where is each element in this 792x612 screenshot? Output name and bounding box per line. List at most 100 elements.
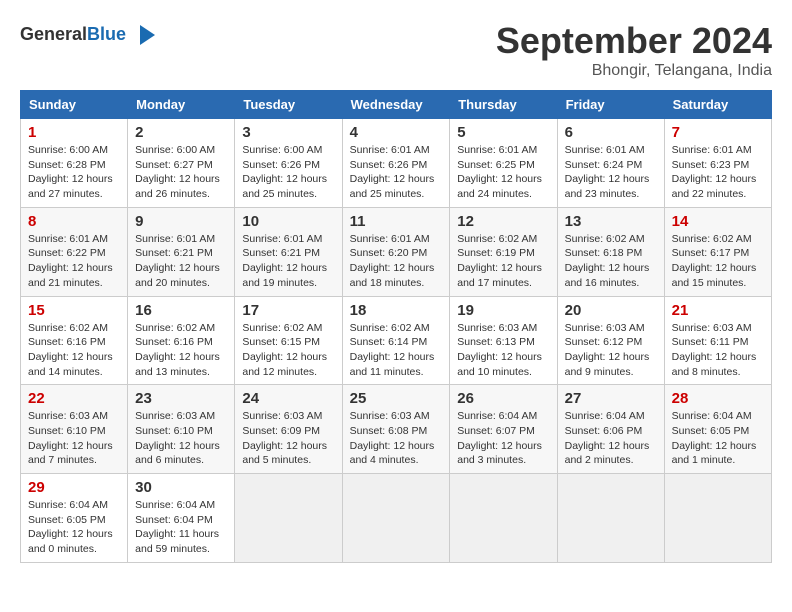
- day-number: 8: [28, 213, 120, 230]
- cell-info: Sunrise: 6:03 AMSunset: 6:13 PMDaylight:…: [457, 321, 549, 380]
- cell-info: Sunrise: 6:02 AMSunset: 6:15 PMDaylight:…: [242, 321, 334, 380]
- day-number: 29: [28, 479, 120, 496]
- cell-info: Sunrise: 6:03 AMSunset: 6:10 PMDaylight:…: [28, 409, 120, 468]
- table-row: 24 Sunrise: 6:03 AMSunset: 6:09 PMDayligh…: [235, 385, 342, 474]
- cell-info: Sunrise: 6:02 AMSunset: 6:14 PMDaylight:…: [350, 321, 443, 380]
- day-number: 12: [457, 213, 549, 230]
- cell-info: Sunrise: 6:03 AMSunset: 6:08 PMDaylight:…: [350, 409, 443, 468]
- cell-info: Sunrise: 6:00 AMSunset: 6:28 PMDaylight:…: [28, 143, 120, 202]
- cell-info: Sunrise: 6:04 AMSunset: 6:05 PMDaylight:…: [672, 409, 764, 468]
- calendar-row: 8 Sunrise: 6:01 AMSunset: 6:22 PMDaylight…: [21, 207, 772, 296]
- day-number: 4: [350, 124, 443, 141]
- cell-info: Sunrise: 6:01 AMSunset: 6:22 PMDaylight:…: [28, 232, 120, 291]
- col-saturday: Saturday: [664, 91, 771, 119]
- cell-info: Sunrise: 6:02 AMSunset: 6:19 PMDaylight:…: [457, 232, 549, 291]
- page-header: GeneralBlue September 2024 Bhongir, Tela…: [20, 20, 772, 80]
- table-row: 22 Sunrise: 6:03 AMSunset: 6:10 PMDayligh…: [21, 385, 128, 474]
- col-sunday: Sunday: [21, 91, 128, 119]
- cell-info: Sunrise: 6:03 AMSunset: 6:12 PMDaylight:…: [565, 321, 657, 380]
- cell-info: Sunrise: 6:02 AMSunset: 6:18 PMDaylight:…: [565, 232, 657, 291]
- title-block: September 2024 Bhongir, Telangana, India: [496, 20, 772, 80]
- calendar-row: 15 Sunrise: 6:02 AMSunset: 6:16 PMDayligh…: [21, 296, 772, 385]
- cell-info: Sunrise: 6:04 AMSunset: 6:04 PMDaylight:…: [135, 498, 227, 557]
- cell-info: Sunrise: 6:04 AMSunset: 6:07 PMDaylight:…: [457, 409, 549, 468]
- day-number: 15: [28, 302, 120, 319]
- table-row: 15 Sunrise: 6:02 AMSunset: 6:16 PMDayligh…: [21, 296, 128, 385]
- day-number: 10: [242, 213, 334, 230]
- table-row: 29 Sunrise: 6:04 AMSunset: 6:05 PMDayligh…: [21, 474, 128, 563]
- cell-info: Sunrise: 6:01 AMSunset: 6:24 PMDaylight:…: [565, 143, 657, 202]
- table-row: [557, 474, 664, 563]
- col-wednesday: Wednesday: [342, 91, 450, 119]
- table-row: 1 Sunrise: 6:00 AMSunset: 6:28 PMDaylight…: [21, 119, 128, 208]
- table-row: 6Sunrise: 6:01 AMSunset: 6:24 PMDaylight…: [557, 119, 664, 208]
- table-row: 26Sunrise: 6:04 AMSunset: 6:07 PMDayligh…: [450, 385, 557, 474]
- day-number: 30: [135, 479, 227, 496]
- table-row: 19 Sunrise: 6:03 AMSunset: 6:13 PMDayligh…: [450, 296, 557, 385]
- table-row: 21 Sunrise: 6:03 AMSunset: 6:11 PMDayligh…: [664, 296, 771, 385]
- table-row: 17 Sunrise: 6:02 AMSunset: 6:15 PMDayligh…: [235, 296, 342, 385]
- cell-info: Sunrise: 6:03 AMSunset: 6:09 PMDaylight:…: [242, 409, 334, 468]
- calendar-table: Sunday Monday Tuesday Wednesday Thursday…: [20, 90, 772, 563]
- table-row: 7Sunrise: 6:01 AMSunset: 6:23 PMDaylight…: [664, 119, 771, 208]
- table-row: [450, 474, 557, 563]
- day-number: 14: [672, 213, 764, 230]
- cell-info: Sunrise: 6:02 AMSunset: 6:16 PMDaylight:…: [135, 321, 227, 380]
- day-number: 28: [672, 390, 764, 407]
- col-monday: Monday: [128, 91, 235, 119]
- day-number: 19: [457, 302, 549, 319]
- table-row: 12 Sunrise: 6:02 AMSunset: 6:19 PMDayligh…: [450, 207, 557, 296]
- table-row: 25Sunrise: 6:03 AMSunset: 6:08 PMDayligh…: [342, 385, 450, 474]
- table-row: 23 Sunrise: 6:03 AMSunset: 6:10 PMDayligh…: [128, 385, 235, 474]
- table-row: 28 Sunrise: 6:04 AMSunset: 6:05 PMDayligh…: [664, 385, 771, 474]
- cell-info: Sunrise: 6:01 AMSunset: 6:20 PMDaylight:…: [350, 232, 443, 291]
- table-row: 4 Sunrise: 6:01 AMSunset: 6:26 PMDaylight…: [342, 119, 450, 208]
- col-tuesday: Tuesday: [235, 91, 342, 119]
- day-number: 22: [28, 390, 120, 407]
- table-row: 27Sunrise: 6:04 AMSunset: 6:06 PMDayligh…: [557, 385, 664, 474]
- calendar-row: 22 Sunrise: 6:03 AMSunset: 6:10 PMDayligh…: [21, 385, 772, 474]
- col-friday: Friday: [557, 91, 664, 119]
- cell-info: Sunrise: 6:03 AMSunset: 6:11 PMDaylight:…: [672, 321, 764, 380]
- day-number: 13: [565, 213, 657, 230]
- day-number: 27: [565, 390, 657, 407]
- day-number: 17: [242, 302, 334, 319]
- day-number: 18: [350, 302, 443, 319]
- table-row: 8 Sunrise: 6:01 AMSunset: 6:22 PMDaylight…: [21, 207, 128, 296]
- table-row: [235, 474, 342, 563]
- cell-info: Sunrise: 6:03 AMSunset: 6:10 PMDaylight:…: [135, 409, 227, 468]
- day-number: 23: [135, 390, 227, 407]
- table-row: 16 Sunrise: 6:02 AMSunset: 6:16 PMDayligh…: [128, 296, 235, 385]
- table-row: 3Sunrise: 6:00 AMSunset: 6:26 PMDaylight…: [235, 119, 342, 208]
- cell-info: Sunrise: 6:04 AMSunset: 6:05 PMDaylight:…: [28, 498, 120, 557]
- cell-info: Sunrise: 6:01 AMSunset: 6:21 PMDaylight:…: [135, 232, 227, 291]
- table-row: 18 Sunrise: 6:02 AMSunset: 6:14 PMDayligh…: [342, 296, 450, 385]
- cell-info: Sunrise: 6:01 AMSunset: 6:25 PMDaylight:…: [457, 143, 549, 202]
- location-subtitle: Bhongir, Telangana, India: [496, 62, 772, 80]
- calendar-row: 29 Sunrise: 6:04 AMSunset: 6:05 PMDayligh…: [21, 474, 772, 563]
- cell-info: Sunrise: 6:01 AMSunset: 6:23 PMDaylight:…: [672, 143, 764, 202]
- logo-general: GeneralBlue: [20, 25, 126, 45]
- day-number: 21: [672, 302, 764, 319]
- day-number: 1: [28, 124, 120, 141]
- logo-text: GeneralBlue: [20, 25, 126, 45]
- logo-icon: [130, 20, 160, 50]
- day-number: 16: [135, 302, 227, 319]
- table-row: 2Sunrise: 6:00 AMSunset: 6:27 PMDaylight…: [128, 119, 235, 208]
- cell-info: Sunrise: 6:00 AMSunset: 6:27 PMDaylight:…: [135, 143, 227, 202]
- col-thursday: Thursday: [450, 91, 557, 119]
- table-row: 14Sunrise: 6:02 AMSunset: 6:17 PMDayligh…: [664, 207, 771, 296]
- table-row: 5 Sunrise: 6:01 AMSunset: 6:25 PMDaylight…: [450, 119, 557, 208]
- day-number: 11: [350, 213, 443, 230]
- table-row: 13 Sunrise: 6:02 AMSunset: 6:18 PMDayligh…: [557, 207, 664, 296]
- day-number: 24: [242, 390, 334, 407]
- month-title: September 2024: [496, 20, 772, 62]
- cell-info: Sunrise: 6:02 AMSunset: 6:16 PMDaylight:…: [28, 321, 120, 380]
- cell-info: Sunrise: 6:00 AMSunset: 6:26 PMDaylight:…: [242, 143, 334, 202]
- cell-info: Sunrise: 6:01 AMSunset: 6:26 PMDaylight:…: [350, 143, 443, 202]
- table-row: 9 Sunrise: 6:01 AMSunset: 6:21 PMDaylight…: [128, 207, 235, 296]
- header-row: Sunday Monday Tuesday Wednesday Thursday…: [21, 91, 772, 119]
- table-row: 11 Sunrise: 6:01 AMSunset: 6:20 PMDayligh…: [342, 207, 450, 296]
- day-number: 9: [135, 213, 227, 230]
- day-number: 5: [457, 124, 549, 141]
